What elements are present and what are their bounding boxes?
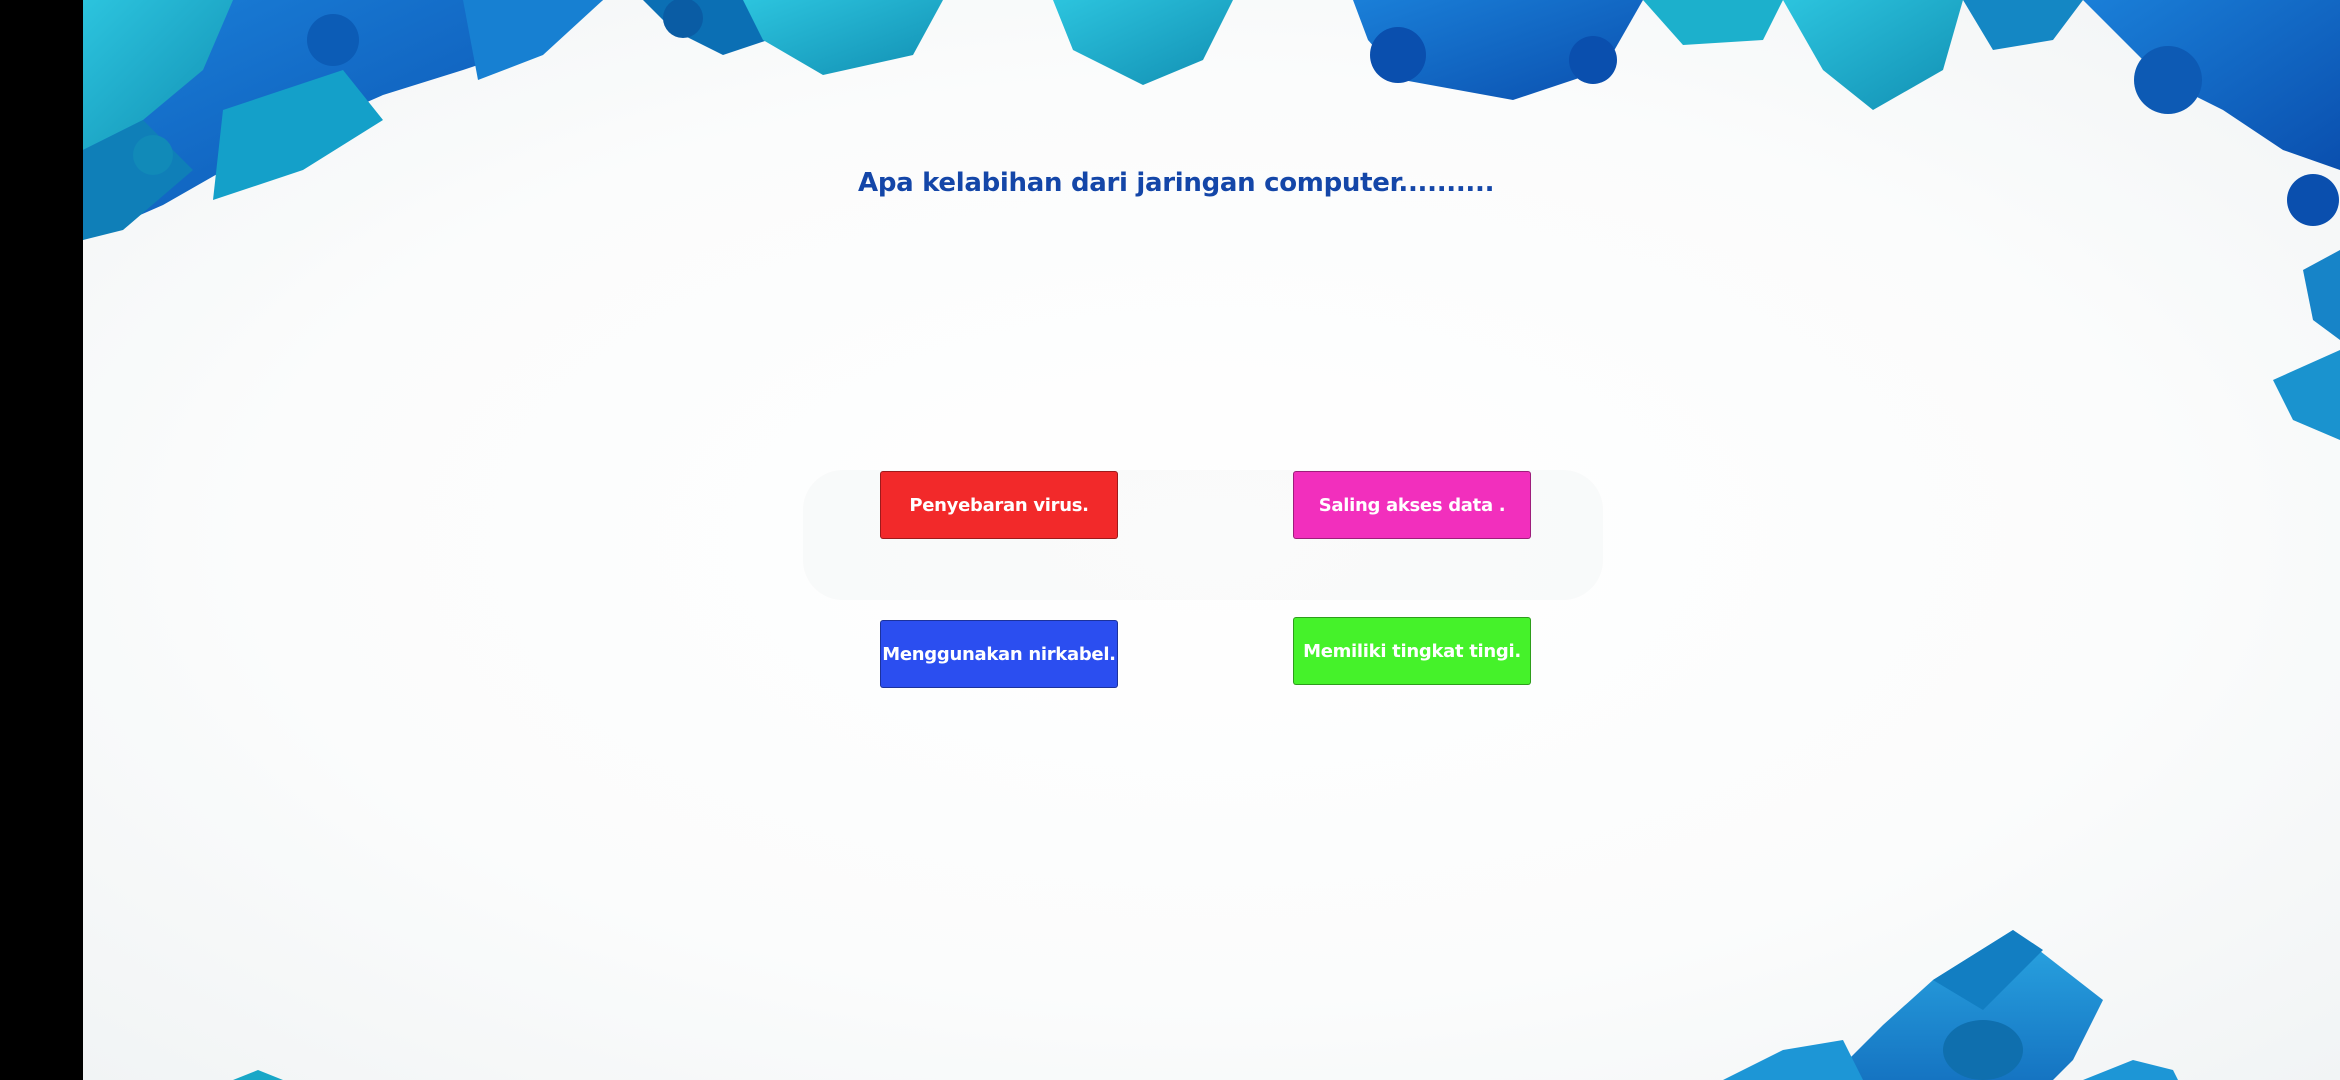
left-black-bar [0,0,83,1080]
puzzle-top-row [643,0,2083,110]
answer-button-memiliki-tingkat-tingi[interactable]: Memiliki tingkat tingi. [1293,617,1531,685]
answer-button-saling-akses-data[interactable]: Saling akses data . [1293,471,1531,539]
puzzle-bottom-left [233,1070,283,1080]
app-screen: Apa kelabihan dari jaringan computer....… [0,0,2340,1080]
puzzle-bottom-right [1723,930,2178,1080]
answer-button-penyebaran-virus[interactable]: Penyebaran virus. [880,471,1118,539]
question-text: Apa kelabihan dari jaringan computer....… [858,168,1495,198]
puzzle-top-left [83,0,603,240]
answer-button-menggunakan-nirkabel[interactable]: Menggunakan nirkabel. [880,620,1118,688]
puzzle-top-right [2083,0,2340,440]
quiz-slide: Apa kelabihan dari jaringan computer....… [83,0,2340,1080]
